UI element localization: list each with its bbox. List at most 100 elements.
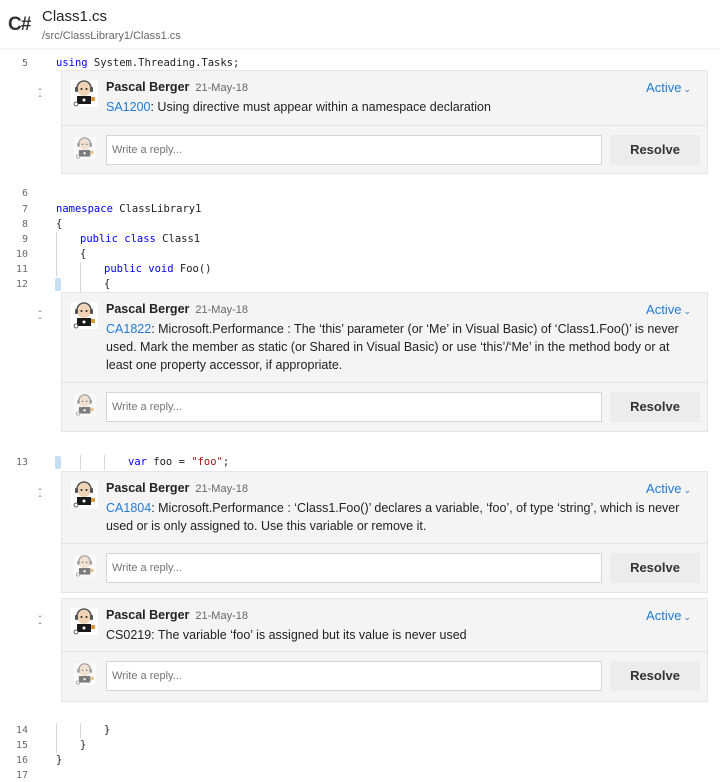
line-number: 16 — [15, 755, 28, 766]
avatar — [71, 80, 98, 107]
indent-guide — [104, 455, 105, 470]
reply-input[interactable] — [106, 661, 602, 691]
rule-link[interactable]: CA1822 — [106, 322, 151, 336]
avatar — [71, 481, 98, 508]
code-line: 7 namespace ClassLibrary1 — [0, 202, 720, 217]
reply-row: Resolve — [62, 544, 707, 593]
chevron-down-icon: ⌄ — [683, 485, 691, 495]
comment-message: CA1822: Microsoft.Performance : The ‘thi… — [106, 322, 679, 372]
reply-input[interactable] — [106, 553, 602, 583]
code-line: 8 { — [0, 217, 720, 232]
rule-link[interactable]: SA1200 — [106, 100, 150, 114]
code-text: } — [56, 754, 63, 766]
comment-marker[interactable] — [55, 456, 61, 469]
avatar — [71, 608, 98, 635]
indent-guide — [56, 247, 57, 262]
code-text: using System.Threading.Tasks; — [56, 57, 240, 69]
rule-link[interactable]: CA1804 — [106, 501, 151, 515]
comment-marker[interactable] — [55, 278, 61, 291]
code-text: var foo = "foo"; — [128, 456, 230, 468]
comment: Pascal Berger 21-May-18 Active ⌄ CA1804: M… — [62, 472, 707, 544]
comment: Pascal Berger 21-May-18 Active ⌄ SA1200: U… — [62, 71, 707, 126]
code-line: 14 } — [0, 723, 720, 738]
collapse-icon[interactable]: ˇˆ — [34, 311, 46, 328]
line-number: 5 — [21, 58, 28, 69]
status-dropdown[interactable]: Active ⌄ — [646, 80, 691, 95]
line-number: 11 — [15, 264, 28, 275]
code-line: 6 — [0, 186, 720, 201]
indent-guide — [80, 277, 81, 292]
line-number: 9 — [21, 234, 28, 245]
code-line: 9 public class Class1 — [0, 232, 720, 247]
code-text: } — [80, 739, 87, 751]
resolve-button[interactable]: Resolve — [610, 661, 700, 691]
line-number: 17 — [15, 770, 28, 781]
reply-row: Resolve — [62, 383, 707, 432]
code-text: { — [80, 248, 87, 260]
line-number: 10 — [15, 249, 28, 260]
reply-row: Resolve — [62, 126, 707, 175]
comment-date: 21-May-18 — [195, 304, 248, 316]
avatar — [74, 137, 96, 159]
comment-thread: Pascal Berger 21-May-18 Active ⌄ CA1804: M… — [61, 471, 708, 593]
collapse-icon[interactable]: ˇˆ — [34, 616, 46, 633]
collapse-icon[interactable]: ˇˆ — [34, 489, 46, 506]
reply-input[interactable] — [106, 392, 602, 422]
code-text: namespace ClassLibrary1 — [56, 203, 202, 215]
line-number: 15 — [15, 740, 28, 751]
comment-author: Pascal Berger 21-May-18 — [106, 80, 248, 94]
line-number: 13 — [15, 457, 28, 468]
reply-row: Resolve — [62, 652, 707, 701]
file-path: /src/ClassLibrary1/Class1.cs — [42, 30, 181, 42]
chevron-down-icon: ⌄ — [683, 612, 691, 622]
resolve-button[interactable]: Resolve — [610, 392, 700, 422]
comment: Pascal Berger 21-May-18 Active ⌄ CS0219: T… — [62, 599, 707, 652]
code-text: { — [104, 278, 111, 290]
indent-guide — [80, 723, 81, 738]
code-line: 17 — [0, 768, 720, 782]
line-number: 8 — [21, 219, 28, 230]
status-dropdown[interactable]: Active ⌄ — [646, 302, 691, 317]
status-dropdown[interactable]: Active ⌄ — [646, 608, 691, 623]
indent-guide — [56, 262, 57, 277]
code-text: } — [104, 724, 111, 736]
chevron-down-icon: ⌄ — [683, 306, 691, 316]
csharp-icon: C# — [8, 14, 31, 35]
code-line: 5 using System.Threading.Tasks; — [0, 56, 720, 71]
comment-message: CS0219: The variable ‘foo’ is assigned b… — [106, 628, 467, 642]
code-line: 16 } — [0, 753, 720, 768]
comment-thread: Pascal Berger 21-May-18 Active ⌄ SA1200: U… — [61, 70, 708, 174]
avatar — [74, 394, 96, 416]
code-line: 10 { — [0, 247, 720, 262]
chevron-down-icon: ⌄ — [683, 84, 691, 94]
line-number: 14 — [15, 725, 28, 736]
indent-guide — [56, 723, 57, 738]
code-line: 12 { — [0, 277, 720, 292]
avatar — [74, 663, 96, 685]
resolve-button[interactable]: Resolve — [610, 553, 700, 583]
code-line: 13 var foo = "foo"; — [0, 455, 720, 470]
indent-guide — [80, 455, 81, 470]
comment: Pascal Berger 21-May-18 Active ⌄ CA1822: M… — [62, 293, 707, 383]
reply-input[interactable] — [106, 135, 602, 165]
comment-author: Pascal Berger 21-May-18 — [106, 302, 248, 316]
indent-guide — [56, 738, 57, 753]
file-name[interactable]: Class1.cs — [42, 8, 107, 25]
avatar — [71, 302, 98, 329]
comment-thread: Pascal Berger 21-May-18 Active ⌄ CS0219: T… — [61, 598, 708, 702]
comment-author: Pascal Berger 21-May-18 — [106, 608, 248, 622]
collapse-icon[interactable]: ˇˆ — [34, 89, 46, 106]
resolve-button[interactable]: Resolve — [610, 135, 700, 165]
line-number: 12 — [15, 279, 28, 290]
code-line: 15 } — [0, 738, 720, 753]
line-number: 7 — [21, 204, 28, 215]
indent-guide — [80, 262, 81, 277]
comment-author: Pascal Berger 21-May-18 — [106, 481, 248, 495]
status-dropdown[interactable]: Active ⌄ — [646, 481, 691, 496]
avatar — [74, 555, 96, 577]
code-text: { — [56, 218, 63, 230]
line-number: 6 — [21, 188, 28, 199]
indent-guide — [56, 232, 57, 247]
code-line: 11 public void Foo() — [0, 262, 720, 277]
comment-message: CA1804: Microsoft.Performance : ‘Class1.… — [106, 501, 680, 533]
